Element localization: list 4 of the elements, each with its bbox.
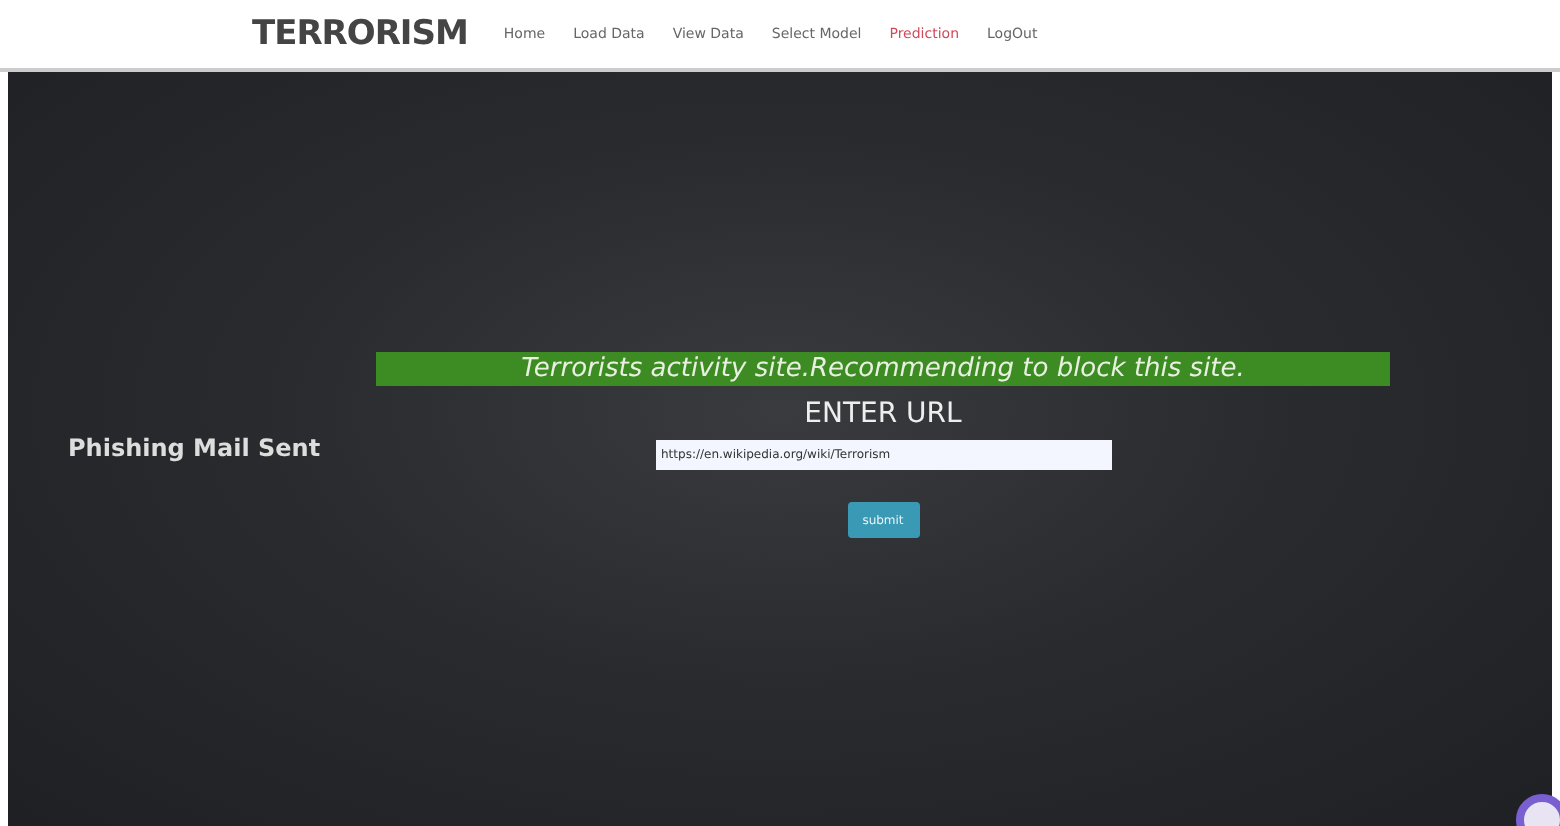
form-heading: ENTER URL [804, 398, 962, 430]
status-text: Phishing Mail Sent [68, 434, 321, 462]
brand-title: TERRORISM [252, 14, 468, 54]
alert-banner: Terrorists activity site.Recommending to block this site. [376, 352, 1390, 386]
